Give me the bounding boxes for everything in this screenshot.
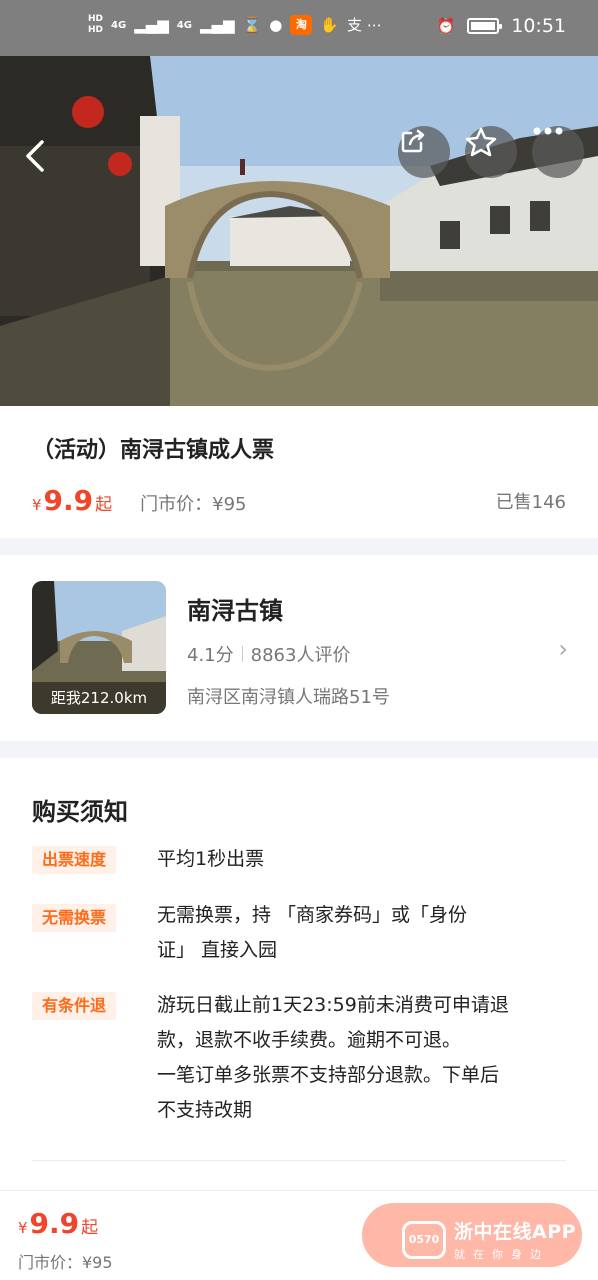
hd2-label: HD [88,25,104,35]
notice-text: 游玩日截止前1天23:59前未消费可申请退 款，退款不收手续费。逾期不可退。 一… [157,994,509,1121]
bottom-bar: ¥ 9.9 起 门市价：¥95 0570 浙中在线APP 就在你身边 [0,1190,598,1280]
notice-item: 无需换票 无需换票，持 「商家券码」或「身份 证」 直接入园 [32,904,572,984]
status-bar: HD HD 4G ▂▄▆ 4G ▂▄▆ ⌛ ● 淘 ✋ 支 ⋯ ⏰ 10:51 [0,0,598,56]
bottom-price: ¥ 9.9 起 [18,1207,98,1240]
shop-address: 南浔区南浔镇人瑞路51号 [187,687,390,708]
hero-image [0,56,598,406]
more-button[interactable] [532,126,584,178]
notice-text: 无需换票，持 「商家券码」或「身份 证」 直接入园 [157,904,468,961]
chevron-right-icon: › [558,635,568,663]
purchase-notice-card: 购买须知 出票速度 平均1秒出票 无需换票 无需换票，持 「商家券码」或「身份 … [0,758,598,1190]
product-info-card: （活动）南浔古镇成人票 ¥ 9.9 起 门市价：¥95 已售146 [0,406,598,538]
price-suffix: 起 [95,495,113,515]
shop-score: 4.1分 [187,645,234,666]
shop-distance: 距我212.0km [32,682,166,714]
market-price: 门市价：¥95 [140,494,247,515]
signal-icon: ▂▄▆ [134,16,169,34]
share-button[interactable] [398,126,450,178]
notice-item: 出票速度 平均1秒出票 [32,846,572,886]
network-2-label: 4G [176,19,192,31]
status-left: HD HD 4G ▂▄▆ 4G ▂▄▆ ⌛ ● 淘 ✋ 支 ⋯ [88,14,382,36]
back-arrow-icon [26,140,44,172]
more-icon [533,127,563,135]
share-icon [401,129,425,153]
divider [32,1160,566,1161]
hd-indicator: HD HD [88,14,103,36]
favorite-button[interactable] [465,126,517,178]
hourglass-icon: ⌛ [242,16,262,34]
shop-reviews: 8863人评价 [250,645,351,666]
notice-tag: 有条件退 [32,992,117,1020]
clock: 10:51 [511,15,566,37]
price-suffix: 起 [81,1218,99,1238]
sold-count: 已售146 [495,492,566,513]
bottom-market-price: 门市价：¥95 [18,1253,113,1272]
alarm-icon: ⏰ [436,17,456,35]
hd1-label: HD [88,14,104,24]
watermark-logo-icon: 0570 [402,1220,446,1259]
notice-item: 有条件退 游玩日截止前1天23:59前未消费可申请退 款，退款不收手续费。逾期不… [32,992,572,1142]
star-icon [465,127,497,157]
water-town-illustration [0,56,598,406]
watermark-main: 浙中在线APP [454,1221,577,1243]
watermark: 0570 浙中在线APP 就在你身边 [402,1217,576,1262]
network-1-label: 4G [111,19,127,31]
hand-icon: ✋ [320,16,340,34]
notice-title: 购买须知 [32,798,128,826]
status-right: ⏰ 10:51 [437,15,566,37]
notice-tag: 无需换票 [32,904,117,932]
product-title: （活动）南浔古镇成人票 [32,438,275,463]
signal-icon: ▂▄▆ [199,16,235,34]
notice-tag: 出票速度 [32,846,117,874]
currency-symbol: ¥ [18,1219,28,1237]
watermark-sub: 就在你身边 [454,1248,549,1261]
notice-text: 平均1秒出票 [157,848,265,870]
price-row: ¥ 9.9 起 门市价：¥95 [32,484,247,517]
taobao-app-icon: 淘 [290,15,313,35]
battery-icon [467,18,503,34]
price-value: 9.9 [43,484,94,517]
shop-name: 南浔古镇 [187,597,283,625]
shop-meta: 4.1分 8863人评价 [187,641,350,667]
back-button[interactable] [18,136,58,176]
currency-symbol: ¥ [32,496,42,514]
misc-icons: 支 ⋯ [347,16,382,34]
watermark-text: 浙中在线APP 就在你身边 [454,1217,576,1262]
shop-card[interactable]: 距我212.0km 南浔古镇 4.1分 8863人评价 南浔区南浔镇人瑞路51号… [0,555,598,741]
shop-thumbnail: 距我212.0km [32,581,166,714]
price-value: 9.9 [29,1207,80,1240]
message-icon: ● [269,16,283,34]
meta-separator [241,646,243,662]
